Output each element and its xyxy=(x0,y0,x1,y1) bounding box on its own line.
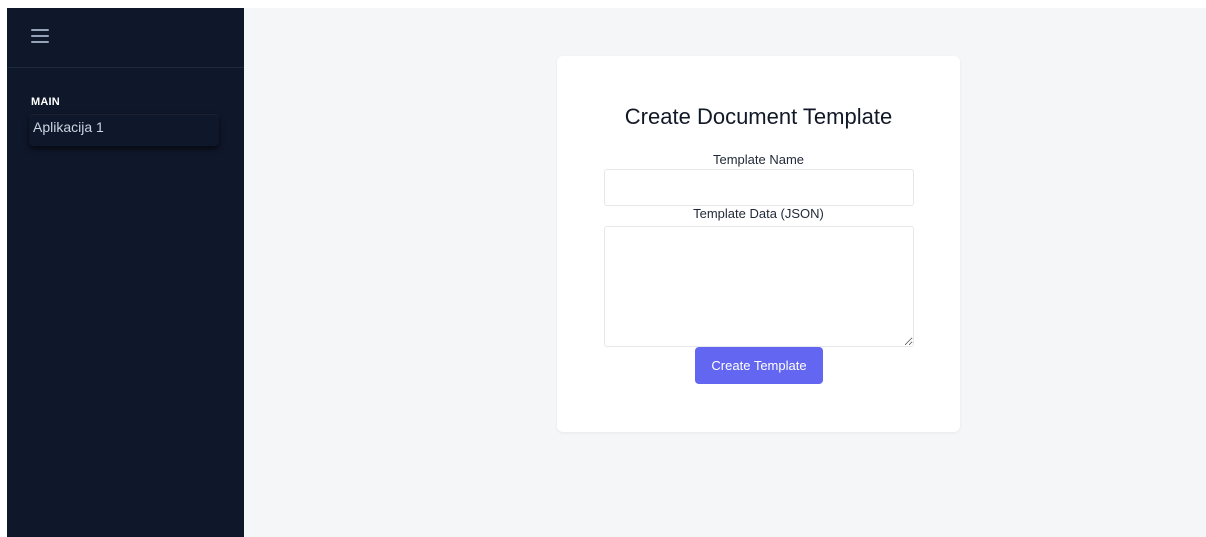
hamburger-line xyxy=(31,35,49,37)
hamburger-menu-icon[interactable] xyxy=(31,29,49,43)
template-data-textarea[interactable] xyxy=(604,226,914,347)
template-name-label: Template Name xyxy=(712,152,805,167)
hamburger-line xyxy=(31,29,49,31)
sidebar: MAIN Aplikacija 1 xyxy=(7,8,244,537)
hamburger-line xyxy=(31,41,49,43)
app-shell: MAIN Aplikacija 1 Create Document Templa… xyxy=(7,8,1206,537)
template-data-label: Template Data (JSON) xyxy=(693,206,824,221)
sidebar-header xyxy=(7,8,244,68)
create-template-button[interactable]: Create Template xyxy=(695,347,823,384)
page-title: Create Document Template xyxy=(624,104,893,129)
main-content: Create Document Template Template Name T… xyxy=(244,8,1206,537)
template-form-card: Create Document Template Template Name T… xyxy=(557,56,960,432)
sidebar-item-aplikacija-1[interactable]: Aplikacija 1 xyxy=(29,114,219,146)
nav-section-title: MAIN xyxy=(31,96,60,108)
template-name-input[interactable] xyxy=(604,169,914,206)
